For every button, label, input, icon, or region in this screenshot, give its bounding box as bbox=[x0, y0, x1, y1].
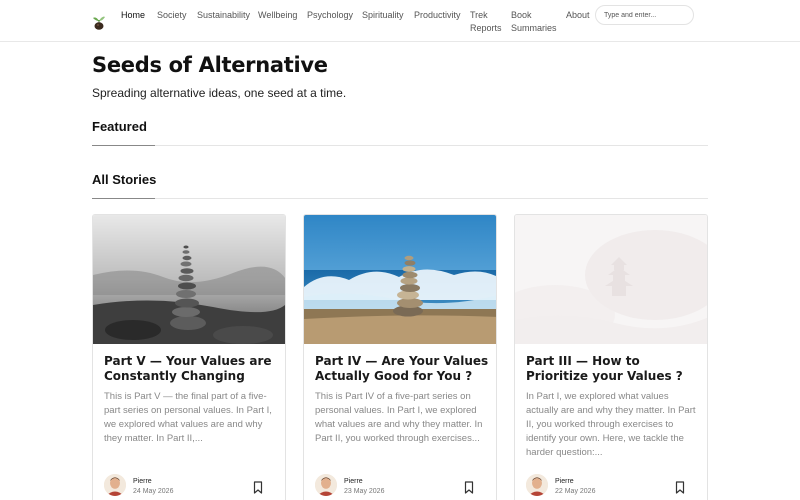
featured-heading: Featured bbox=[92, 119, 147, 134]
story-card[interactable]: Part V — Your Values are Constantly Chan… bbox=[92, 214, 286, 500]
story-excerpt: This is Part IV of a five-part series on… bbox=[315, 391, 483, 444]
story-excerpt: This is Part V — the final part of a fiv… bbox=[104, 391, 272, 444]
author-name[interactable]: Pierre bbox=[344, 478, 363, 485]
nav-trek-reports-line1: Trek bbox=[470, 10, 488, 20]
story-image-balanced-stones[interactable] bbox=[93, 215, 286, 344]
all-stories-divider-accent bbox=[92, 198, 155, 199]
site-tagline: Spreading alternative ideas, one seed at… bbox=[92, 86, 347, 100]
all-stories-heading: All Stories bbox=[92, 172, 157, 187]
post-date: 22 May 2026 bbox=[555, 488, 596, 495]
story-title[interactable]: Part III — How to Prioritize your Values… bbox=[526, 354, 701, 384]
nav-book-summaries-line1: Book bbox=[511, 10, 532, 20]
story-image-stones-ocean[interactable] bbox=[304, 215, 497, 344]
bookmark-icon[interactable] bbox=[463, 481, 475, 494]
nav-book-summaries-line2: Summaries bbox=[511, 23, 557, 33]
post-date: 24 May 2026 bbox=[133, 488, 174, 495]
nav-home[interactable]: Home bbox=[121, 9, 145, 22]
site-title: Seeds of Alternative bbox=[92, 53, 328, 77]
nav-sustainability[interactable]: Sustainability bbox=[197, 9, 250, 22]
post-date: 23 May 2026 bbox=[344, 488, 385, 495]
featured-divider-accent bbox=[92, 145, 155, 146]
story-title[interactable]: Part V — Your Values are Constantly Chan… bbox=[104, 354, 279, 384]
nav-book-summaries[interactable]: Book Summaries bbox=[511, 9, 557, 35]
nav-trek-reports-line2: Reports bbox=[470, 23, 502, 33]
featured-divider bbox=[92, 145, 708, 146]
story-image-misty-temple[interactable] bbox=[515, 215, 708, 344]
nav-trek-reports[interactable]: Trek Reports bbox=[470, 9, 502, 35]
story-title[interactable]: Part IV — Are Your Values Actually Good … bbox=[315, 354, 490, 384]
author-avatar[interactable] bbox=[526, 474, 548, 496]
story-card[interactable]: Part III — How to Prioritize your Values… bbox=[514, 214, 708, 500]
all-stories-divider bbox=[92, 198, 708, 199]
bookmark-icon[interactable] bbox=[252, 481, 264, 494]
sprout-seed-icon[interactable] bbox=[92, 13, 106, 30]
top-navigation: Home Society Sustainability Wellbeing Ps… bbox=[0, 0, 800, 42]
bookmark-icon[interactable] bbox=[674, 481, 686, 494]
story-excerpt: In Part I, we explored what values actua… bbox=[526, 391, 696, 458]
nav-about[interactable]: About bbox=[566, 9, 590, 22]
author-name[interactable]: Pierre bbox=[133, 478, 152, 485]
nav-psychology[interactable]: Psychology bbox=[307, 9, 353, 22]
search-input[interactable] bbox=[595, 5, 694, 25]
author-name[interactable]: Pierre bbox=[555, 478, 574, 485]
nav-society[interactable]: Society bbox=[157, 9, 187, 22]
author-avatar[interactable] bbox=[315, 474, 337, 496]
nav-spirituality[interactable]: Spirituality bbox=[362, 9, 404, 22]
nav-productivity[interactable]: Productivity bbox=[414, 9, 461, 22]
nav-wellbeing[interactable]: Wellbeing bbox=[258, 9, 297, 22]
author-avatar[interactable] bbox=[104, 474, 126, 496]
story-card[interactable]: Part IV — Are Your Values Actually Good … bbox=[303, 214, 497, 500]
